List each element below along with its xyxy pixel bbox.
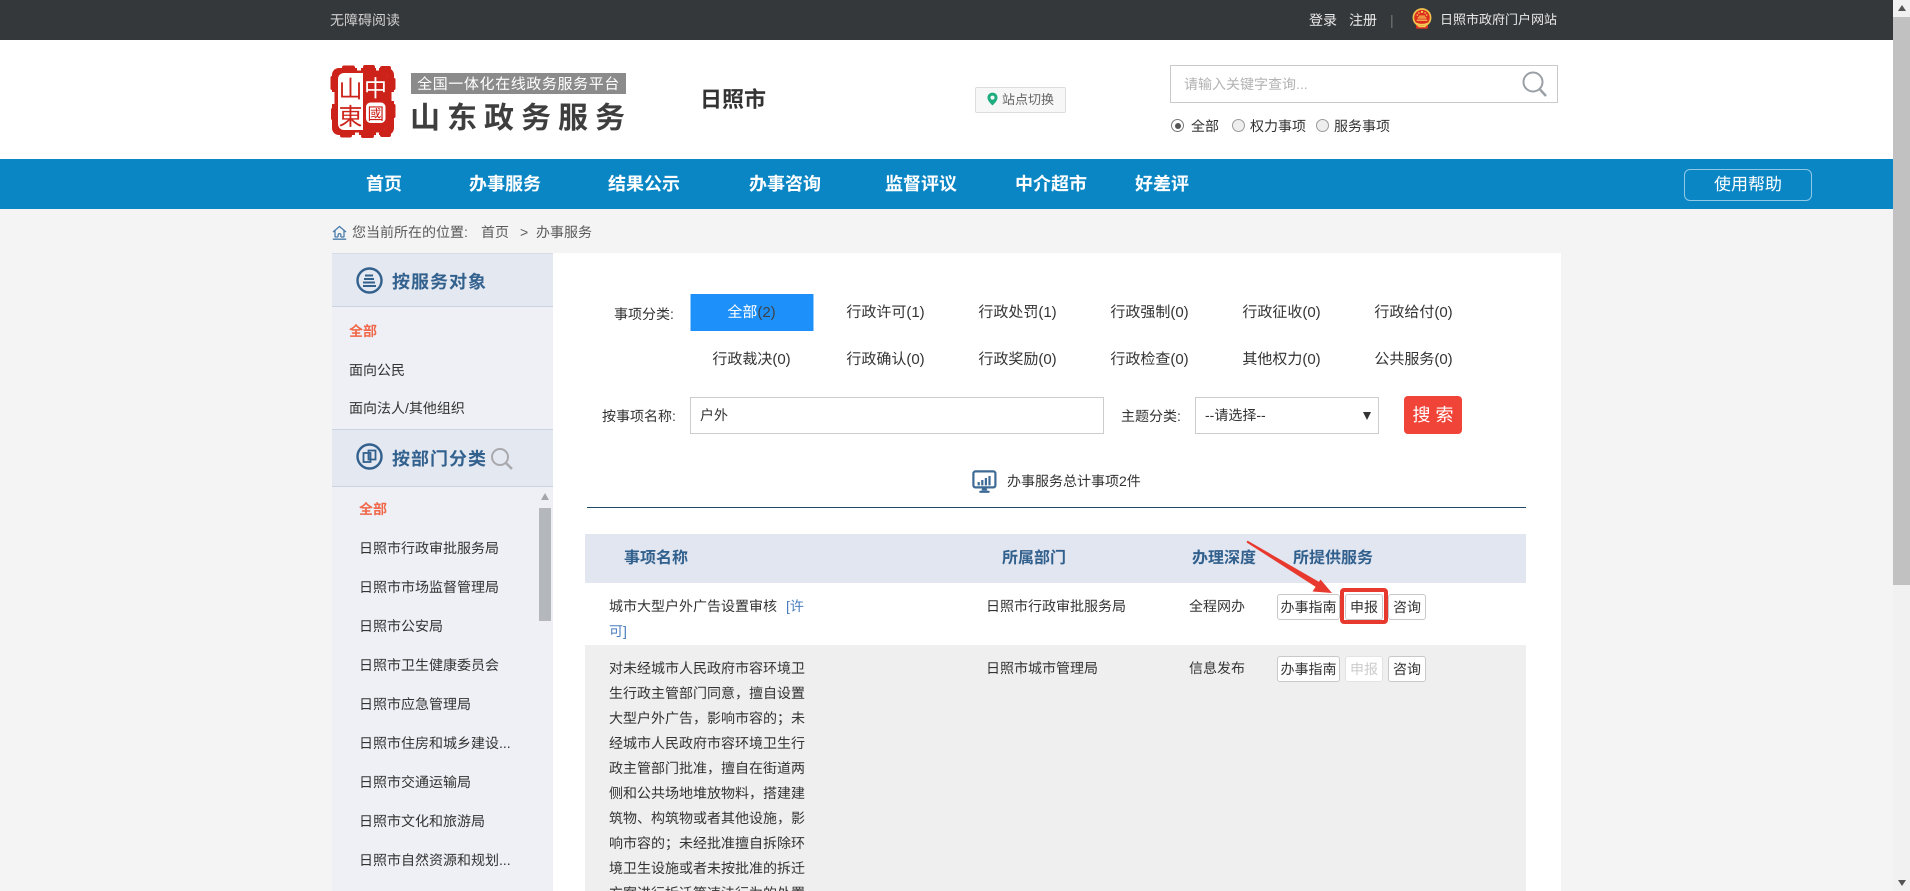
svg-text:東: 東 — [339, 97, 363, 132]
svg-text:中: 中 — [364, 70, 387, 104]
svg-text:國: 國 — [368, 101, 385, 125]
